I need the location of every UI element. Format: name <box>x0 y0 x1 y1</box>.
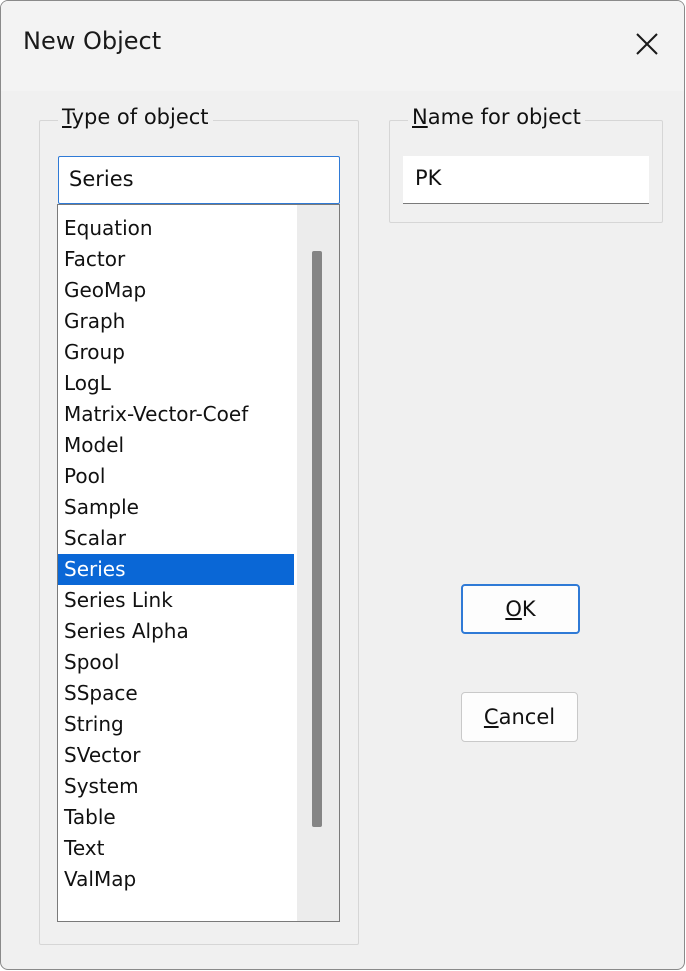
type-of-object-label: Type of object <box>58 105 213 129</box>
ok-button[interactable]: OK <box>461 584 580 634</box>
type-list-item[interactable]: Pool <box>58 461 294 492</box>
type-list-item[interactable]: Equation <box>58 213 294 244</box>
type-list-item[interactable]: GeoMap <box>58 275 294 306</box>
type-list-item[interactable]: Group <box>58 337 294 368</box>
title-bar: New Object <box>1 1 684 91</box>
type-list-item[interactable]: Spool <box>58 647 294 678</box>
type-list-items: Equation Factor GeoMap Graph Group LogL Matrix… <box>58 213 294 895</box>
type-list-item[interactable]: Scalar <box>58 523 294 554</box>
type-list-item[interactable]: SVector <box>58 740 294 771</box>
object-name-value: PK <box>415 166 442 190</box>
type-list-item[interactable]: String <box>58 709 294 740</box>
scrollbar[interactable] <box>297 205 339 921</box>
object-name-input[interactable]: PK <box>403 156 649 204</box>
cancel-button[interactable]: Cancel <box>461 692 578 742</box>
cancel-button-label: Cancel <box>483 705 556 729</box>
type-list-item[interactable]: Series Alpha <box>58 616 294 647</box>
type-list-item[interactable]: Model <box>58 430 294 461</box>
close-button[interactable] <box>614 5 684 85</box>
name-for-object-label: Name for object <box>408 105 585 129</box>
ok-button-label: OK <box>505 597 536 621</box>
type-list-item[interactable]: Series Link <box>58 585 294 616</box>
type-combo-value: Series <box>69 167 134 191</box>
type-list-item[interactable]: Series <box>58 554 294 585</box>
type-list-item[interactable]: System <box>58 771 294 802</box>
type-list-item[interactable]: Graph <box>58 306 294 337</box>
scrollbar-thumb[interactable] <box>312 251 322 827</box>
type-combo-input[interactable]: Series <box>58 156 340 204</box>
type-list-item[interactable]: ValMap <box>58 864 294 895</box>
close-icon <box>636 33 658 55</box>
type-list-item[interactable]: Text <box>58 833 294 864</box>
type-listbox[interactable]: Equation Factor GeoMap Graph Group LogL Matrix… <box>57 204 340 922</box>
type-list-item[interactable]: SSpace <box>58 678 294 709</box>
type-list-item[interactable]: Matrix-Vector-Coef <box>58 399 294 430</box>
type-list-item[interactable]: Table <box>58 802 294 833</box>
new-object-dialog: New Object Type of object Series Equatio… <box>0 0 685 970</box>
type-list-item[interactable]: Sample <box>58 492 294 523</box>
type-list-item[interactable]: LogL <box>58 368 294 399</box>
type-list-item[interactable]: Factor <box>58 244 294 275</box>
dialog-title: New Object <box>23 27 162 55</box>
